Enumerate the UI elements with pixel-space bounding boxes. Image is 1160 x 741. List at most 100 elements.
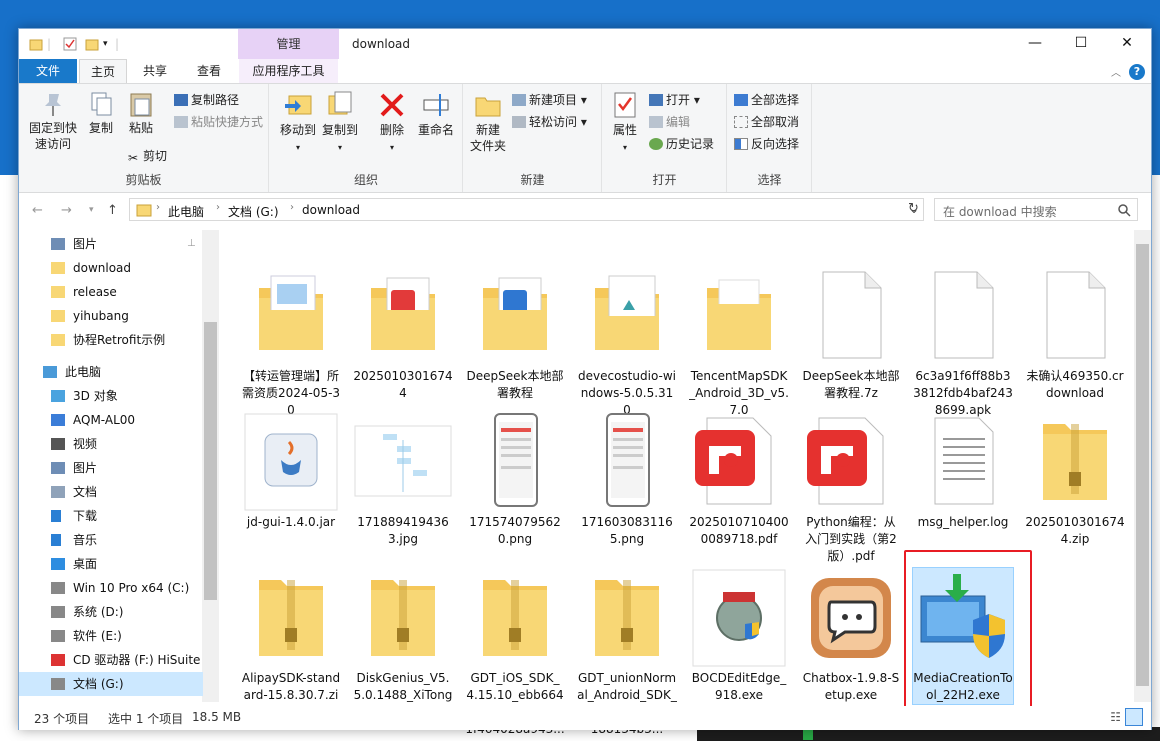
file-name: DeepSeek本地部署教程.7z	[802, 369, 900, 400]
file-item[interactable]: 6c3a91f6ff88b33812fdb4baf2438699.apk	[913, 266, 1013, 419]
maximize-button[interactable]: ☐	[1069, 35, 1093, 53]
history-button[interactable]: 历史记录	[649, 134, 714, 154]
cut-button[interactable]: ✂ 剪切	[126, 146, 167, 166]
select-all-icon	[734, 94, 748, 106]
file-item[interactable]: AlipaySDK-standard-15.8.30.7.zip	[241, 568, 341, 721]
folder-icon	[51, 310, 65, 322]
nav-item[interactable]: 图片	[19, 456, 203, 480]
select-none-button[interactable]: 全部取消	[734, 112, 799, 132]
file-item[interactable]: 1716030831165.png	[577, 412, 677, 548]
edit-button[interactable]: 编辑	[649, 112, 690, 132]
refresh-icon[interactable]: ↻	[908, 201, 919, 216]
nav-item[interactable]: 视频	[19, 432, 203, 456]
help-icon[interactable]: ?	[1129, 64, 1145, 80]
nav-item[interactable]: 音乐	[19, 528, 203, 552]
nav-item[interactable]: release	[19, 280, 203, 304]
copy-path-button[interactable]: 复制路径	[174, 90, 239, 110]
nav-item[interactable]: 协程Retrofit示例	[19, 328, 203, 352]
tab-share[interactable]: 共享	[131, 59, 179, 84]
nav-scrollbar[interactable]	[202, 230, 219, 702]
nav-item[interactable]: 图片 ⊥	[19, 232, 203, 256]
nav-item[interactable]: Win 10 Pro x64 (C:)	[19, 576, 203, 600]
delete-button[interactable]: 删除 ▾	[374, 90, 410, 156]
nav-item[interactable]: download	[19, 256, 203, 280]
paste-shortcut-button[interactable]: 粘贴快捷方式	[174, 112, 263, 132]
nav-item[interactable]: 文档 (G:)	[19, 672, 203, 696]
contextual-tab-manage[interactable]: 管理	[238, 29, 339, 59]
file-item[interactable]: DiskGenius_V5.5.0.1488_XiTongZhiJia.zip	[353, 568, 453, 721]
new-folder-button[interactable]: 新建 文件夹	[468, 90, 508, 154]
file-item[interactable]: msg_helper.log	[913, 412, 1013, 531]
properties-icon[interactable]	[63, 37, 77, 51]
customize-toolbar-icon[interactable]: ▾	[103, 39, 108, 49]
file-item[interactable]: TencentMapSDK_Android_3D_v5.7.0	[689, 266, 789, 419]
file-item[interactable]: DeepSeek本地部署教程.7z	[801, 266, 901, 402]
recent-locations-icon[interactable]: ▾	[89, 205, 94, 215]
paste-button[interactable]: 粘贴	[123, 90, 159, 136]
search-box[interactable]: 在 download 中搜索	[934, 198, 1138, 221]
tab-file[interactable]: 文件	[19, 59, 77, 84]
easy-access-button[interactable]: 轻松访问 ▾	[512, 112, 587, 132]
nav-item[interactable]: 3D 对象	[19, 384, 203, 408]
file-item[interactable]: devecostudio-windows-5.0.5.310	[577, 266, 677, 419]
pin-quick-access-button[interactable]: 固定到快 速访问	[25, 90, 81, 152]
copy-button[interactable]: 复制	[83, 90, 119, 136]
folder-icon[interactable]	[29, 37, 43, 51]
content-scrollbar-thumb[interactable]	[1136, 244, 1149, 686]
content-scrollbar[interactable]	[1134, 230, 1151, 702]
file-item[interactable]: 20250107104000089718.pdf	[689, 412, 789, 548]
file-item[interactable]: 1715740795620.png	[465, 412, 565, 548]
file-item[interactable]: 20250103016744	[353, 266, 453, 402]
file-item[interactable]: DeepSeek本地部署教程	[465, 266, 565, 402]
open-button[interactable]: 打开 ▾	[649, 90, 700, 110]
close-button[interactable]: ✕	[1115, 35, 1139, 53]
file-item[interactable]: Chatbox-1.9.8-Setup.exe	[801, 568, 901, 704]
tab-home[interactable]: 主页	[79, 59, 127, 84]
breadcrumb-download[interactable]: download	[302, 203, 360, 217]
select-none-label: 全部取消	[751, 115, 800, 129]
new-folder-icon[interactable]	[85, 37, 99, 51]
file-item[interactable]: jd-gui-1.4.0.jar	[241, 412, 341, 531]
select-all-label: 全部选择	[751, 93, 800, 107]
search-input[interactable]: 在 download 中搜索	[943, 203, 1057, 220]
nav-item[interactable]: yihubang	[19, 304, 203, 328]
nav-item[interactable]: 软件 (E:)	[19, 624, 203, 648]
new-item-button[interactable]: 新建项目 ▾	[512, 90, 587, 110]
properties-button[interactable]: 属性 ▾	[607, 90, 643, 156]
back-arrow-icon[interactable]: ←	[32, 203, 43, 218]
file-item[interactable]: 1718894194363.jpg	[353, 412, 453, 548]
file-item[interactable]: Python编程：从入门到实践（第2版）.pdf	[801, 412, 901, 565]
nav-item[interactable]: 下载	[19, 504, 203, 528]
details-view-icon[interactable]: ☷	[1110, 710, 1121, 724]
minimize-button[interactable]: —	[1023, 35, 1047, 53]
breadcrumb-drive-g[interactable]: 文档 (G:)	[228, 203, 279, 220]
nav-item[interactable]: 此电脑	[19, 360, 203, 384]
group-organize: 移动到 ▾ 复制到 ▾ 删除 ▾ 重命名 组织	[270, 84, 463, 192]
copy-to-button[interactable]: 复制到 ▾	[320, 90, 360, 156]
file-item[interactable]: 【转运管理端】所需资质2024-05-30	[241, 266, 341, 419]
ribbon-collapse-icon[interactable]: ︿	[1111, 64, 1121, 79]
nav-item[interactable]: AQM-AL00	[19, 408, 203, 432]
invert-selection-button[interactable]: 反向选择	[734, 134, 799, 154]
file-item[interactable]: BOCDEditEdge_918.exe	[689, 568, 789, 704]
up-arrow-icon[interactable]: ↑	[107, 203, 118, 218]
breadcrumb-this-pc[interactable]: 此电脑	[168, 203, 204, 220]
address-bar[interactable]: › 此电脑 › 文档 (G:) › download ⌄	[129, 198, 924, 221]
select-all-button[interactable]: 全部选择	[734, 90, 799, 110]
drive-icon	[51, 678, 65, 690]
tab-view[interactable]: 查看	[185, 59, 233, 84]
group-label-new: 新建	[520, 173, 545, 187]
tab-application-tools[interactable]: 应用程序工具	[239, 59, 338, 84]
file-item[interactable]: 20250103016744.zip	[1025, 412, 1125, 548]
nav-item[interactable]: CD 驱动器 (F:) HiSuite	[19, 648, 203, 672]
file-item[interactable]: 未确认469350.crdownload	[1025, 266, 1125, 402]
nav-item[interactable]: 文档	[19, 480, 203, 504]
move-to-button[interactable]: 移动到 ▾	[278, 90, 318, 156]
nav-scrollbar-thumb[interactable]	[204, 322, 217, 600]
forward-arrow-icon[interactable]: →	[61, 203, 72, 218]
nav-item[interactable]: 桌面	[19, 552, 203, 576]
new-folder-label: 新建 文件夹	[469, 123, 506, 153]
rename-button[interactable]: 重命名	[414, 90, 458, 138]
large-icons-view-icon[interactable]	[1125, 708, 1143, 726]
nav-item[interactable]: 系统 (D:)	[19, 600, 203, 624]
